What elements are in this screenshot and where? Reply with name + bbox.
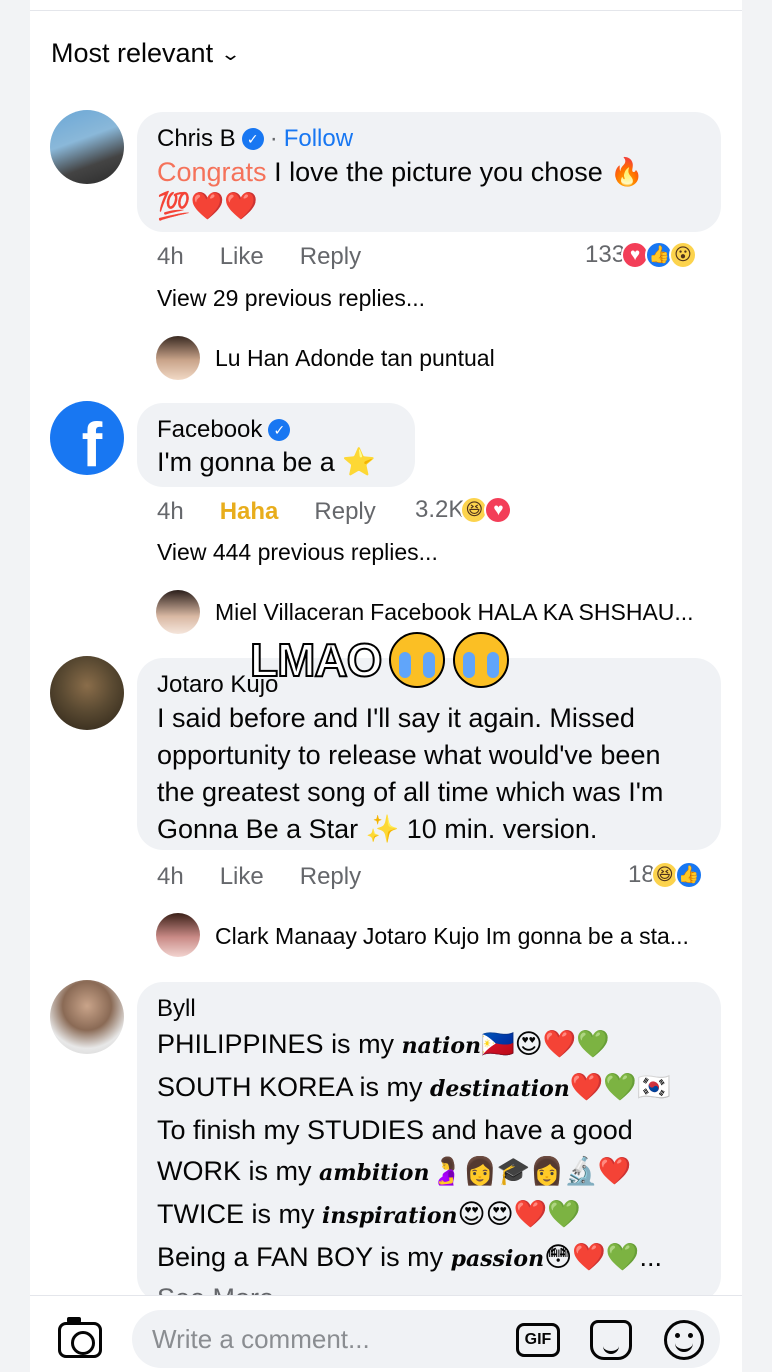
page-edge-right	[742, 0, 772, 1372]
haha-button[interactable]: Haha	[220, 498, 279, 526]
reply-text: Jotaro Kujo Im gonna be a sta...	[362, 923, 689, 949]
caption-text: LMAO	[249, 633, 383, 687]
separator-dot: ·	[269, 125, 278, 152]
comment-actions: 4h Like Reply	[157, 243, 361, 271]
avatar-byll[interactable]	[50, 980, 124, 1054]
comment-text: I said before and I'll say it again. Mis…	[157, 703, 664, 844]
video-caption-overlay: LMAO	[249, 632, 510, 688]
reply-avatar-clark-manaay[interactable]	[156, 913, 200, 957]
emoji-icon[interactable]	[664, 1320, 704, 1360]
reply-preview[interactable]: Miel Villaceran Facebook HALA KA SHSHAU..…	[215, 599, 694, 626]
comment-text: I'm gonna be a ⭐	[157, 447, 376, 477]
comment-line: TWICE is my inspiration😍😍❤️💚	[157, 1199, 582, 1229]
reply-author: Lu Han	[215, 345, 290, 371]
commenter-name[interactable]: Byll	[157, 994, 196, 1024]
reply-author: Miel Villaceran	[215, 599, 365, 625]
camera-icon[interactable]	[58, 1317, 102, 1358]
chevron-down-icon: ⌄	[220, 44, 242, 64]
avatar-jotaro-kujo[interactable]	[50, 656, 124, 730]
crying-emoji-icon	[453, 632, 510, 688]
follow-button[interactable]: Follow	[284, 124, 353, 154]
like-button[interactable]: Like	[220, 863, 264, 891]
reply-button[interactable]: Reply	[300, 243, 361, 271]
highlighted-text[interactable]: Congrats	[157, 157, 267, 187]
sticker-icon[interactable]	[590, 1320, 632, 1360]
comment-time: 4h	[157, 243, 184, 270]
top-divider	[30, 10, 742, 11]
comment-actions: 4h Haha Reply	[157, 498, 376, 526]
reaction-summary[interactable]: 133 ♥ 👍 😮	[585, 241, 698, 269]
reply-avatar-miel-villaceran[interactable]	[156, 590, 200, 634]
reply-button[interactable]: Reply	[300, 863, 361, 891]
reaction-summary[interactable]: 18 😆 👍	[628, 861, 703, 889]
sort-label: Most relevant	[51, 38, 214, 68]
verified-badge-icon: ✓	[241, 128, 264, 150]
comment-composer: GIF	[30, 1295, 742, 1372]
love-reaction-icon: ♥	[484, 496, 513, 524]
comment-line: WORK is my ambition🤰👩🎓👩🔬❤️	[157, 1156, 632, 1186]
comment-bubble-chris-b: Chris B ✓ · Follow Congrats I love the p…	[137, 112, 721, 232]
like-reaction-icon: 👍	[674, 861, 703, 889]
sort-dropdown[interactable]: Most relevant ⌄	[51, 38, 242, 69]
comment-text: I love the picture you chose 🔥	[266, 157, 644, 187]
comment-text: PHILIPPINES is my nation🇵🇭😍❤️💚 SOUTH KOR…	[157, 1024, 701, 1316]
gif-icon[interactable]: GIF	[516, 1323, 560, 1357]
comment-line: Being a FAN BOY is my passion😳❤️💚...	[157, 1242, 662, 1272]
reply-preview[interactable]: Clark Manaay Jotaro Kujo Im gonna be a st…	[215, 923, 689, 950]
comment-time: 4h	[157, 498, 184, 525]
comment-bubble-byll: Byll PHILIPPINES is my nation🇵🇭😍❤️💚 SOUT…	[137, 982, 721, 1313]
reply-author: Clark Manaay	[215, 923, 357, 949]
reply-button[interactable]: Reply	[314, 498, 375, 526]
avatar-chris-b[interactable]	[50, 110, 124, 184]
commenter-name[interactable]: Chris B	[157, 124, 236, 154]
wow-reaction-icon: 😮	[669, 241, 698, 269]
like-button[interactable]: Like	[220, 243, 264, 271]
commenter-name[interactable]: Facebook	[157, 415, 262, 445]
reaction-count: 3.2K	[415, 496, 465, 523]
comment-bubble-facebook: Facebook ✓ I'm gonna be a ⭐	[137, 403, 415, 487]
page-edge-left	[0, 0, 30, 1372]
comment-line: To finish my STUDIES and have a good	[157, 1115, 633, 1145]
comment-time: 4h	[157, 863, 184, 890]
reply-preview[interactable]: Lu Han Adonde tan puntual	[215, 345, 495, 372]
comment-line: PHILIPPINES is my nation🇵🇭😍❤️💚	[157, 1029, 611, 1059]
view-previous-replies[interactable]: View 444 previous replies...	[157, 539, 438, 566]
reaction-count: 133	[585, 241, 626, 268]
verified-badge-icon: ✓	[268, 419, 291, 441]
crying-emoji-icon	[389, 632, 446, 688]
reply-text: Facebook HALA KA SHSHAU...	[370, 599, 694, 625]
comment-actions: 4h Like Reply	[157, 863, 361, 891]
reaction-summary[interactable]: 3.2K 😆 ♥	[415, 496, 513, 524]
view-previous-replies[interactable]: View 29 previous replies...	[157, 285, 425, 312]
reply-avatar-lu-han[interactable]	[156, 336, 200, 380]
comment-emoji-line: 💯❤️❤️	[157, 191, 258, 221]
reply-text: Adonde tan puntual	[295, 345, 495, 371]
comment-line: SOUTH KOREA is my destination❤️💚🇰🇷	[157, 1072, 671, 1102]
facebook-logo-icon[interactable]: f	[50, 401, 124, 475]
